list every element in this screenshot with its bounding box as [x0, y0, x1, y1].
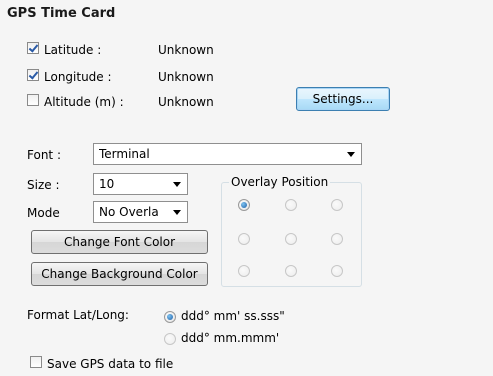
overlay-radio-middle-left[interactable] [238, 233, 250, 245]
format-radio-dm[interactable] [164, 333, 176, 345]
mode-select[interactable]: No Overla [93, 201, 188, 223]
checkbox-box-icon [27, 94, 39, 106]
overlay-radio-middle-right[interactable] [331, 233, 343, 245]
overlay-position-legend: Overlay Position [229, 175, 331, 189]
longitude-checkbox[interactable] [27, 69, 41, 83]
format-option-dm-label: ddd° mm.mmm' [181, 331, 280, 345]
altitude-value: Unknown [158, 95, 214, 109]
latitude-label: Latitude : [44, 43, 102, 57]
format-latlong-label: Format Lat/Long: [27, 308, 129, 322]
settings-button[interactable]: Settings... [296, 87, 390, 111]
size-label: Size : [27, 178, 60, 192]
overlay-radio-top-left[interactable] [238, 199, 250, 211]
dropdown-arrow-icon [347, 152, 355, 157]
save-gps-checkbox[interactable] [30, 356, 44, 370]
change-font-color-button[interactable]: Change Font Color [31, 230, 208, 254]
format-radio-dms[interactable] [164, 311, 176, 323]
overlay-radio-top-center[interactable] [285, 199, 297, 211]
overlay-radio-bottom-left[interactable] [238, 265, 250, 277]
size-select[interactable]: 10 [93, 173, 188, 195]
mode-label: Mode [27, 206, 60, 220]
latitude-value: Unknown [158, 43, 214, 57]
overlay-radio-middle-center[interactable] [285, 233, 297, 245]
mode-select-value: No Overla [99, 205, 159, 219]
format-option-dms-label: ddd° mm' ss.sss" [181, 309, 285, 323]
dropdown-arrow-icon [173, 182, 181, 187]
altitude-checkbox[interactable] [27, 94, 41, 108]
overlay-radio-bottom-right[interactable] [331, 265, 343, 277]
check-icon [27, 69, 39, 81]
font-label: Font : [27, 148, 61, 162]
checkbox-box-icon [30, 356, 42, 368]
size-select-value: 10 [99, 177, 115, 191]
dropdown-arrow-icon [173, 210, 181, 215]
save-gps-label: Save GPS data to file [47, 357, 174, 371]
panel-title: GPS Time Card [7, 6, 116, 21]
overlay-radio-bottom-center[interactable] [285, 265, 297, 277]
check-icon [27, 42, 39, 54]
altitude-label: Altitude (m) : [44, 95, 124, 109]
longitude-value: Unknown [158, 70, 214, 84]
latitude-checkbox[interactable] [27, 42, 41, 56]
font-select-value: Terminal [99, 147, 150, 161]
font-select[interactable]: Terminal [93, 143, 362, 165]
change-background-color-button[interactable]: Change Background Color [31, 262, 208, 286]
overlay-radio-top-right[interactable] [331, 199, 343, 211]
longitude-label: Longitude : [44, 70, 112, 84]
